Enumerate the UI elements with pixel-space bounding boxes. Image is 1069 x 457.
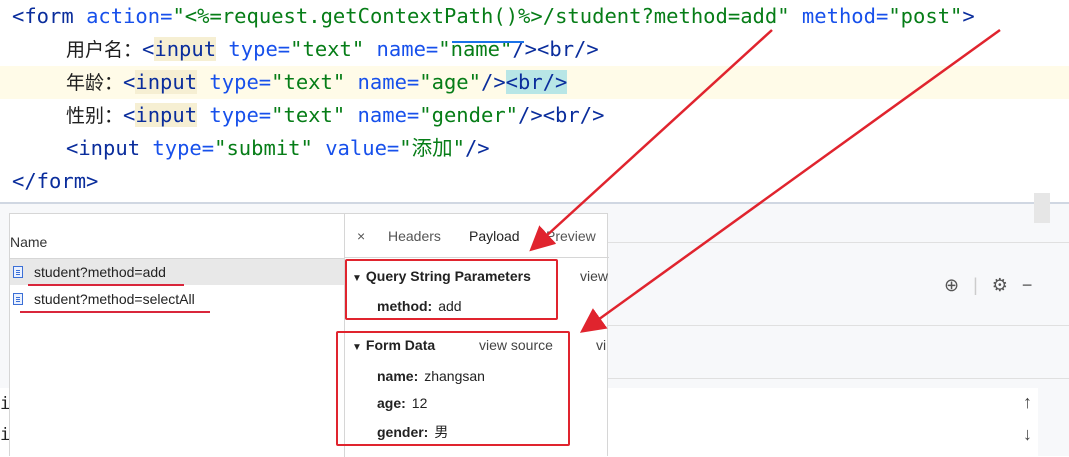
view-link[interactable]: view <box>580 268 608 284</box>
code-line-1: <form action="<%=request.getContextPath(… <box>12 4 975 28</box>
scroll-down-icon[interactable]: ↓ <box>1023 424 1032 445</box>
minus-icon[interactable]: − <box>1022 275 1033 295</box>
request-list: Name student?method=add student?method=s… <box>10 214 345 457</box>
code-line-4: 性别：<input type="text" name="gender"/><br… <box>66 103 605 127</box>
console-output-right <box>608 388 1038 456</box>
label-gender: 性别： <box>66 105 124 127</box>
annotation-box-form-data <box>336 331 570 446</box>
gear-icon[interactable]: ⚙ <box>992 275 1008 295</box>
tab-preview[interactable]: Preview <box>546 228 596 244</box>
label-age: 年龄： <box>66 72 124 94</box>
target-icon[interactable]: ⊕ <box>944 275 959 295</box>
toolbar-separator: | <box>973 275 978 295</box>
input-tag: input <box>135 70 198 94</box>
document-icon <box>13 266 23 278</box>
close-icon[interactable]: × <box>357 228 365 244</box>
scroll-up-icon[interactable]: ↑ <box>1023 392 1032 413</box>
editor-scrollbar[interactable] <box>1034 193 1050 223</box>
action-attr: action= <box>86 4 173 28</box>
input-tag: input <box>154 37 217 61</box>
view-link-truncated[interactable]: vi <box>596 337 606 353</box>
document-icon <box>13 293 23 305</box>
code-line-6: </form> <box>12 165 98 198</box>
label-username: 用户名： <box>66 39 143 61</box>
tab-payload[interactable]: Payload <box>469 228 520 244</box>
annotation-underline-add <box>28 284 184 286</box>
tab-headers[interactable]: Headers <box>388 228 441 244</box>
input-tag: input <box>78 136 141 160</box>
code-editor[interactable]: <form action="<%=request.getContextPath(… <box>0 0 1069 203</box>
form-open-tag: <form <box>12 4 87 28</box>
request-row-selectall[interactable]: student?method=selectAll <box>10 286 344 312</box>
br-tag-matched: <br/> <box>505 70 568 94</box>
code-line-2: 用户名：<input type="text" name="name"/><br/… <box>66 37 599 61</box>
code-line-5: <input type="submit" value="添加"/> <box>66 136 490 160</box>
panel-toolbar: ⊕ | ⚙ − <box>944 275 1046 296</box>
detail-tabs: × Headers Payload Preview <box>345 214 609 258</box>
annotation-underline-selectall <box>20 311 210 313</box>
method-value: "post" <box>888 4 963 28</box>
panel-divider <box>608 325 1069 326</box>
action-value: "<%=request.getContextPath()%>/student?m… <box>172 4 790 28</box>
annotation-box-query <box>345 259 558 320</box>
panel-divider <box>608 242 1069 243</box>
request-row-add[interactable]: student?method=add <box>10 259 344 285</box>
request-label: student?method=add <box>34 264 166 280</box>
form-close-tag: </form> <box>12 169 99 193</box>
input-tag: input <box>135 103 198 127</box>
code-line-3: 年龄：<input type="text" name="age"/><br/> <box>66 70 568 94</box>
active-tab-indicator <box>452 41 524 43</box>
panel-divider <box>608 378 1069 379</box>
request-label: student?method=selectAll <box>34 291 195 307</box>
name-column-header[interactable]: Name <box>10 228 47 256</box>
method-attr: method= <box>801 4 889 28</box>
